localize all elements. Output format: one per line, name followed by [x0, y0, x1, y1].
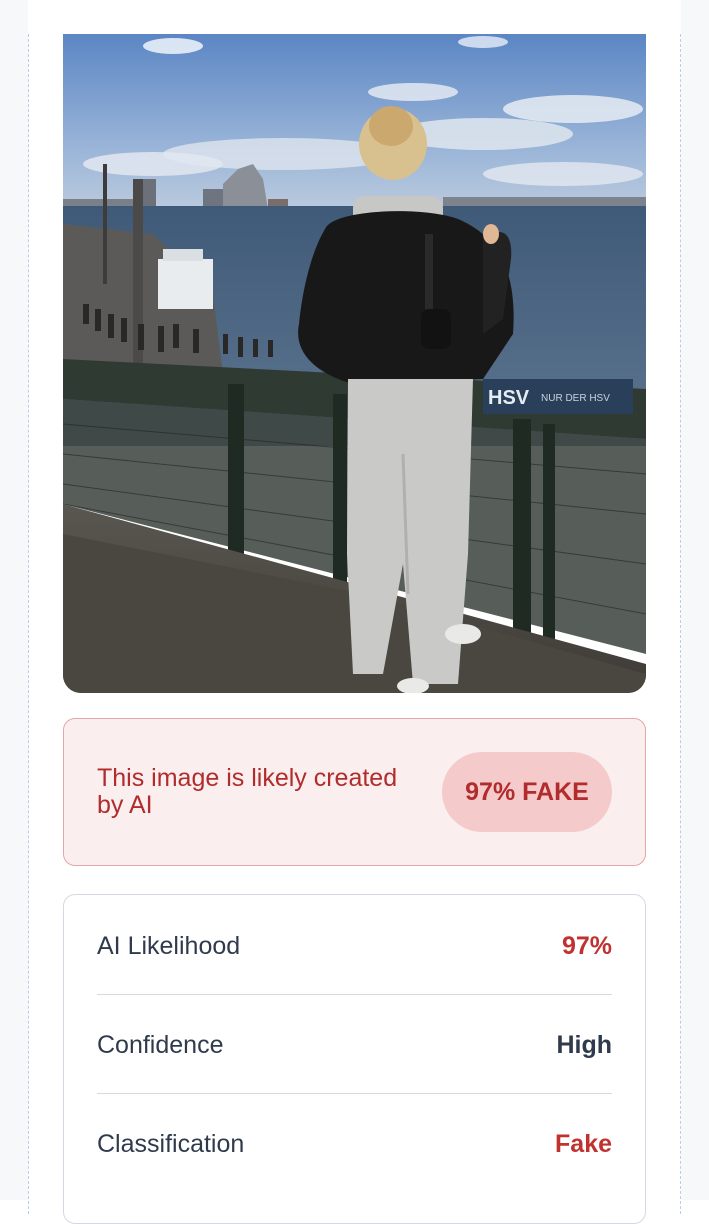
stat-label: Classification — [97, 1130, 245, 1158]
sign-text: NUR DER HSV — [541, 393, 610, 404]
analysis-stats: AI Likelihood 97% Confidence High Classi… — [63, 894, 646, 1224]
verdict-banner: This image is likely created by AI 97% F… — [63, 718, 646, 866]
fake-score-badge: 97% FAKE — [442, 752, 612, 832]
verdict-message: This image is likely created by AI — [97, 764, 398, 819]
stat-label: Confidence — [97, 1031, 224, 1059]
right-margin — [681, 0, 709, 1200]
stat-value: High — [556, 1031, 612, 1059]
stat-row-confidence: Confidence High — [97, 994, 612, 1094]
sign-logo-text: HSV — [488, 387, 530, 409]
stat-row-ai-likelihood: AI Likelihood 97% — [97, 895, 612, 995]
stat-label: AI Likelihood — [97, 932, 241, 960]
stat-row-classification: Classification Fake — [97, 1093, 612, 1193]
analyzed-photo: HSV NUR DER HSV — [63, 34, 646, 693]
stat-value: Fake — [555, 1130, 612, 1158]
left-margin — [0, 0, 28, 1200]
stat-value: 97% — [561, 932, 612, 960]
